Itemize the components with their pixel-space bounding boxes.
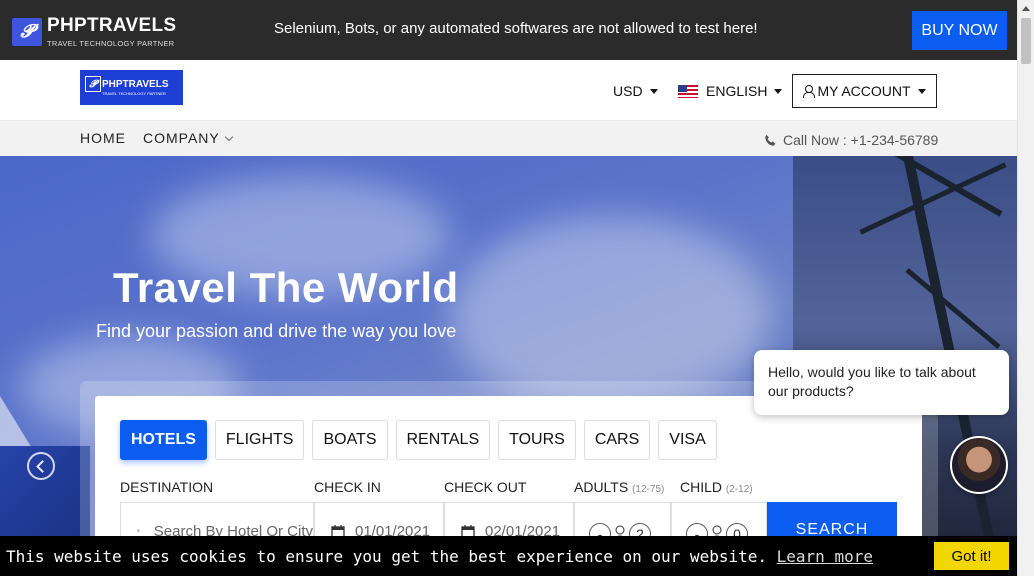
currency-dropdown[interactable]: USD	[613, 83, 658, 99]
main-nav: HOME COMPANY Call Now : +1-234-56789	[0, 121, 1017, 156]
language-dropdown[interactable]: ENGLISH	[678, 83, 783, 99]
language-label: ENGLISH	[706, 83, 768, 99]
adults-label-text: ADULTS	[574, 479, 629, 495]
my-account-button[interactable]: MY ACCOUNT	[792, 74, 937, 108]
cookie-text: This website uses cookies to ensure you …	[6, 547, 767, 566]
search-tabs: HOTELS FLIGHTS BOATS RENTALS TOURS CARS …	[120, 420, 717, 460]
destination-label: DESTINATION	[120, 479, 214, 495]
agent-photo	[952, 438, 1006, 492]
call-now[interactable]: Call Now : +1-234-56789	[764, 132, 938, 148]
chat-avatar[interactable]	[950, 436, 1008, 494]
child-label: CHILD (2-12)	[680, 479, 753, 495]
us-flag-icon	[678, 84, 698, 98]
tab-rentals[interactable]: RENTALS	[395, 420, 491, 460]
tab-cars[interactable]: CARS	[583, 420, 651, 460]
header-logo-tagline: TRAVEL TECHNOLOGY PARTNER	[102, 91, 166, 96]
adults-label: ADULTS (12-75)	[574, 479, 664, 495]
tab-flights[interactable]: FLIGHTS	[214, 420, 305, 460]
chat-bubble[interactable]: Hello, would you like to talk about our …	[754, 350, 1009, 415]
cookie-message: This website uses cookies to ensure you …	[6, 547, 873, 566]
tab-hotels[interactable]: HOTELS	[120, 420, 207, 460]
logo-icon: 𝓟	[85, 76, 101, 92]
buy-now-button[interactable]: BUY NOW	[912, 11, 1007, 50]
header-logo[interactable]: 𝓟 PHPTRAVELS TRAVEL TECHNOLOGY PARTNER	[80, 70, 183, 105]
nav-company-label: COMPANY	[143, 130, 220, 146]
tab-boats[interactable]: BOATS	[312, 420, 388, 460]
learn-more-link[interactable]: Learn more	[777, 547, 873, 566]
user-icon	[803, 85, 816, 98]
child-label-text: CHILD	[680, 479, 723, 495]
hero-subtitle: Find your passion and drive the way you …	[96, 321, 457, 341]
call-now-text: Call Now : +1-234-56789	[783, 132, 939, 148]
header-logo-title: PHPTRAVELS	[102, 79, 169, 90]
currency-label: USD	[613, 83, 643, 99]
scroll-up-icon[interactable]	[1022, 6, 1030, 11]
caret-down-icon	[774, 88, 783, 94]
topbar-logo-title: PHPTRAVELS	[47, 15, 177, 36]
topbar-logo-tagline: TRAVEL TECHNOLOGY PARTNER	[47, 39, 175, 48]
adults-range: (12-75)	[632, 484, 665, 495]
child-range: (2-12)	[725, 484, 753, 495]
chevron-down-icon	[224, 132, 233, 141]
account-label: MY ACCOUNT	[817, 83, 911, 99]
carousel-prev-icon[interactable]	[27, 452, 55, 480]
page-scrollbar[interactable]	[1017, 0, 1034, 576]
scroll-thumb[interactable]	[1021, 18, 1031, 64]
top-bar: 𝓟 PHPTRAVELS TRAVEL TECHNOLOGY PARTNER S…	[0, 0, 1017, 60]
automation-notice: Selenium, Bots, or any automated softwar…	[274, 20, 758, 37]
nav-company[interactable]: COMPANY	[143, 130, 233, 146]
site-header: 𝓟 PHPTRAVELS TRAVEL TECHNOLOGY PARTNER U…	[0, 60, 1017, 121]
got-it-button[interactable]: Got it!	[934, 542, 1009, 570]
topbar-logo[interactable]: 𝓟 PHPTRAVELS TRAVEL TECHNOLOGY PARTNER	[12, 15, 176, 48]
cookie-banner: This website uses cookies to ensure you …	[0, 536, 1017, 576]
logo-icon: 𝓟	[12, 17, 42, 46]
nav-home[interactable]: HOME	[80, 130, 126, 146]
tab-visa[interactable]: VISA	[658, 420, 717, 460]
phone-icon	[765, 134, 776, 146]
palm-frond	[905, 268, 1001, 349]
checkout-label: CHECK OUT	[444, 479, 527, 495]
checkin-label: CHECK IN	[314, 479, 381, 495]
hero-title: Travel The World	[113, 264, 459, 311]
caret-down-icon	[917, 88, 926, 94]
caret-down-icon	[649, 88, 658, 94]
tab-tours[interactable]: TOURS	[498, 420, 576, 460]
